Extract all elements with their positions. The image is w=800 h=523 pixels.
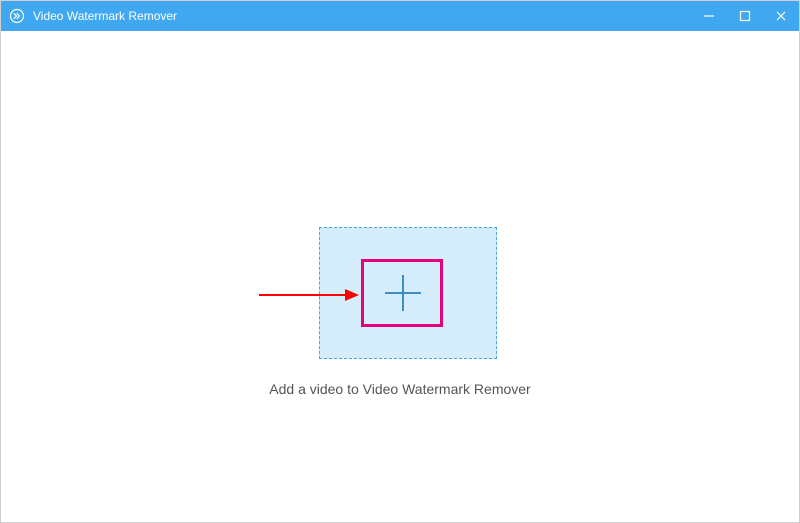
instruction-text: Add a video to Video Watermark Remover [1, 381, 799, 397]
add-video-dropzone[interactable] [319, 227, 497, 359]
minimize-button[interactable] [691, 1, 727, 31]
titlebar: Video Watermark Remover [1, 1, 799, 31]
close-button[interactable] [763, 1, 799, 31]
app-window: Video Watermark Remover Add a video to V… [0, 0, 800, 523]
main-content: Add a video to Video Watermark Remover [1, 31, 799, 522]
maximize-button[interactable] [727, 1, 763, 31]
app-title: Video Watermark Remover [33, 9, 177, 23]
app-logo-icon [9, 8, 25, 24]
